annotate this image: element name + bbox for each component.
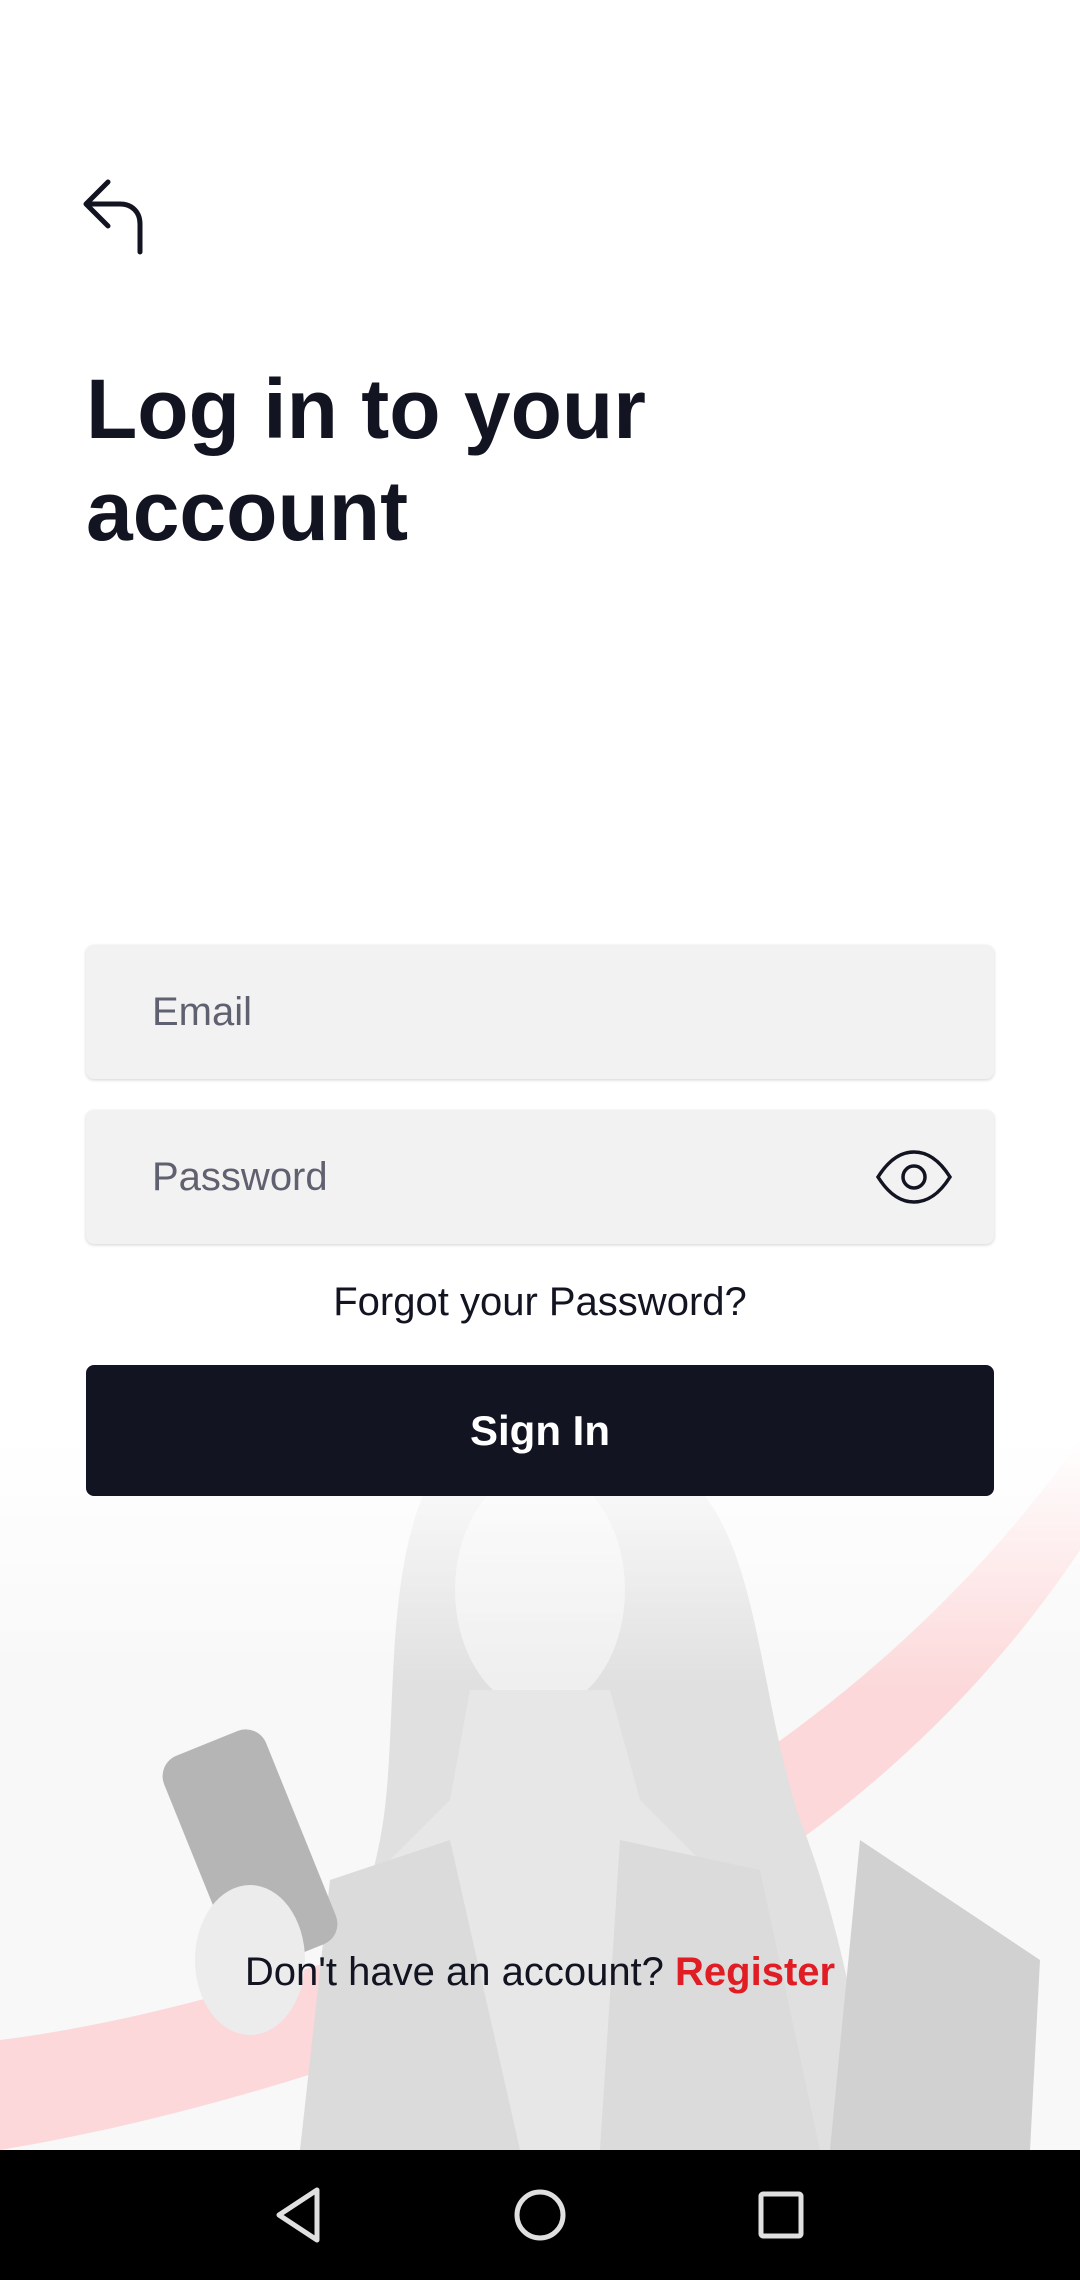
back-arrow-icon [83,179,143,255]
nav-recents-button[interactable] [745,2180,815,2250]
password-field[interactable] [152,1110,892,1244]
email-field[interactable] [152,945,892,1079]
eye-icon [875,1150,953,1204]
register-link[interactable]: Register [675,1950,835,1994]
page-title: Log in to your account [86,362,646,558]
nav-back-button[interactable] [265,2180,335,2250]
nav-recents-icon [758,2191,804,2239]
forgot-password-link[interactable]: Forgot your Password? [86,1274,994,1330]
register-prompt-text: Don't have an account? [244,1950,664,1994]
nav-home-icon [514,2189,566,2241]
email-field-container [86,945,994,1079]
nav-back-icon [276,2187,320,2243]
system-navigation-bar [0,2150,1080,2280]
password-field-container [86,1110,994,1244]
background-photo [0,1440,1080,2150]
show-password-toggle[interactable] [874,1146,954,1208]
register-prompt: Don't have an account? Register [0,1944,1080,2000]
nav-home-button[interactable] [505,2180,575,2250]
back-button[interactable] [78,172,158,262]
sign-in-button[interactable]: Sign In [86,1365,994,1496]
